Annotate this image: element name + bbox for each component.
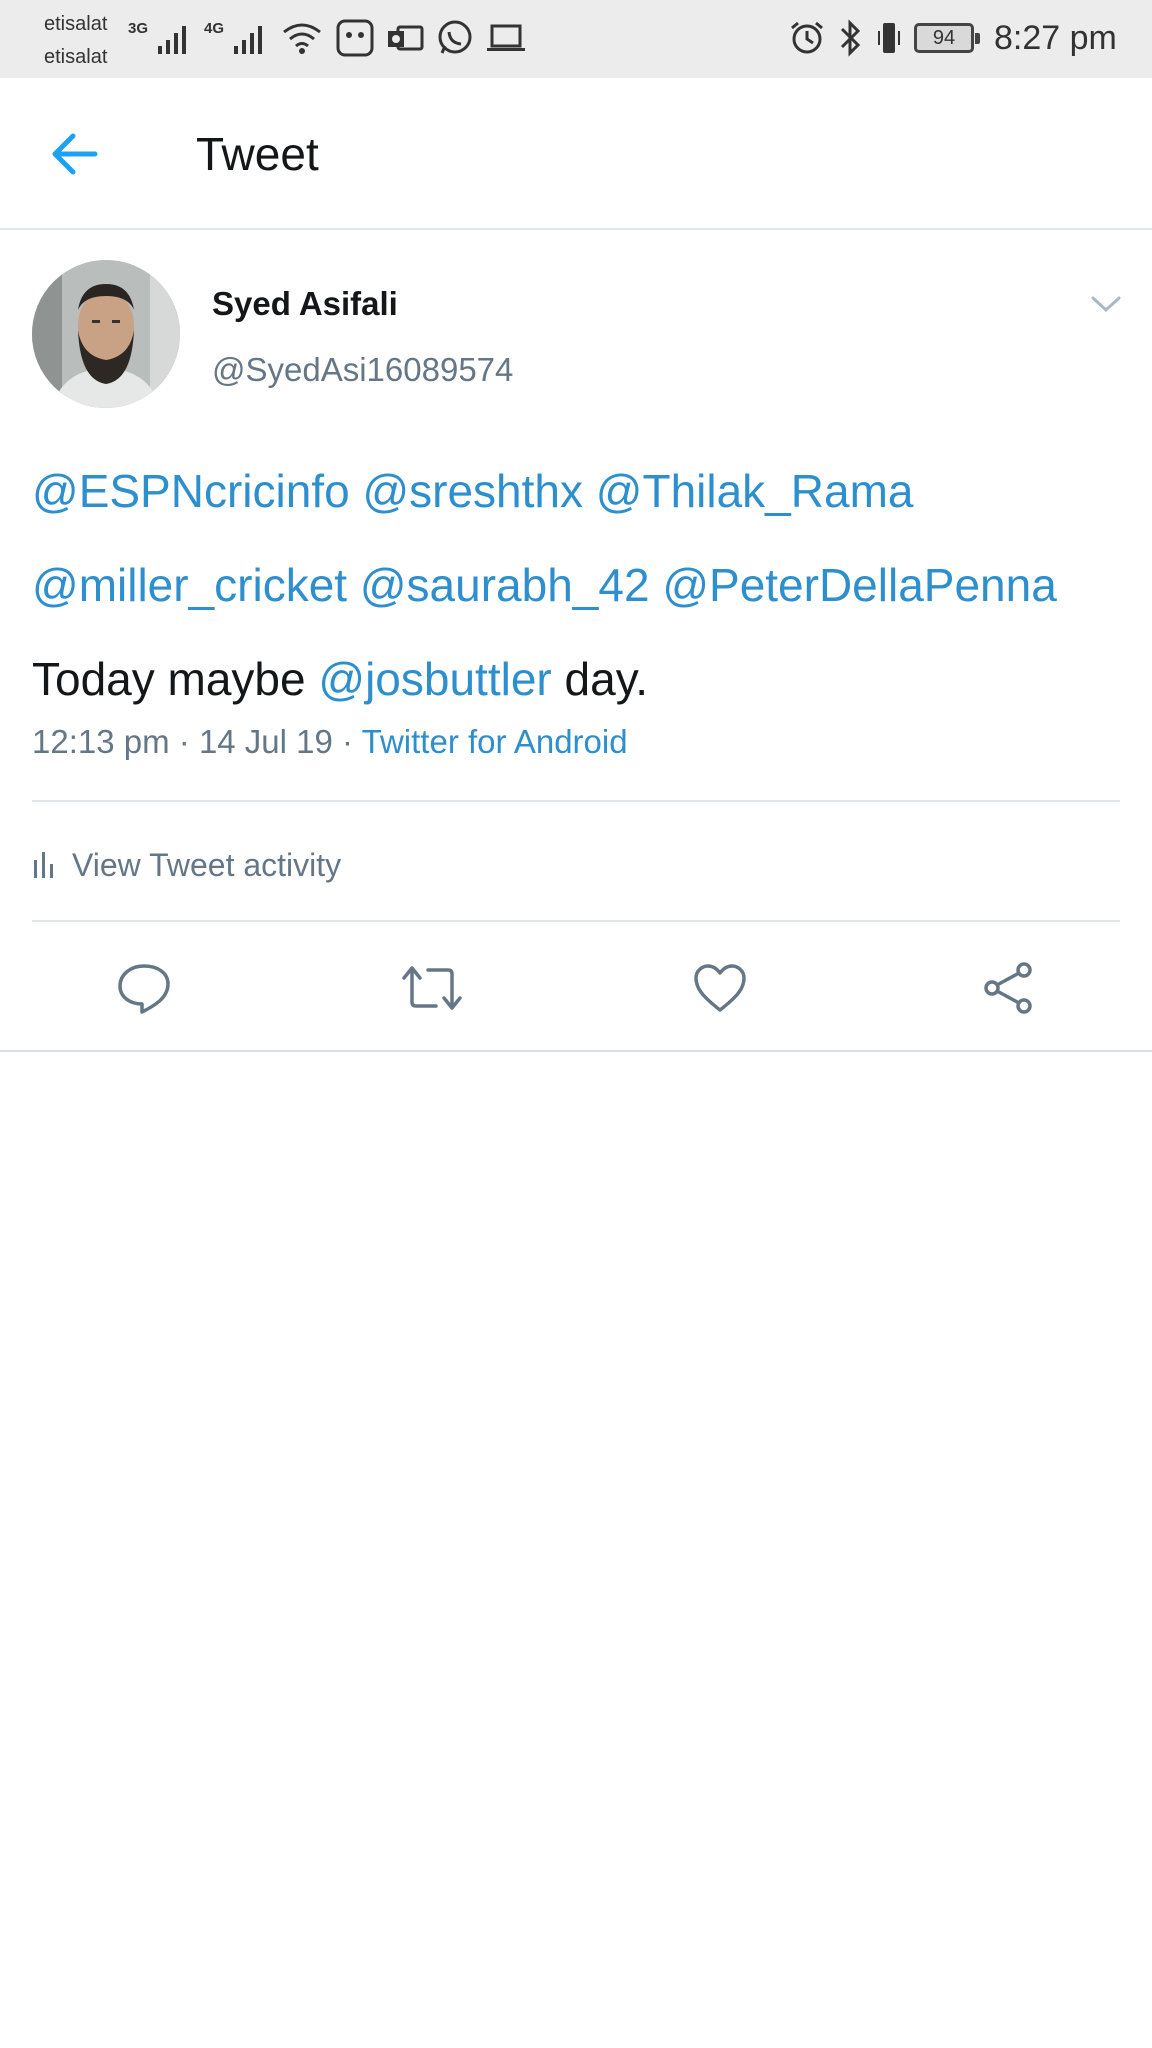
wifi-icon (283, 23, 321, 54)
bluetooth-icon (840, 19, 861, 57)
heart-icon (694, 964, 746, 1012)
tweet-body-text: day. (564, 653, 649, 705)
tweet-meta: 12:13 pm · 14 Jul 19 · Twitter for Andro… (32, 720, 628, 764)
tweet-action-bar (0, 922, 1152, 1052)
game-app-icon (336, 19, 374, 57)
display-name[interactable]: Syed Asifali (212, 282, 398, 326)
reply-button[interactable] (112, 956, 176, 1020)
carrier-2-label: etisalat (44, 46, 108, 68)
carrier-labels: etisalat etisalat (44, 8, 107, 74)
mention-link[interactable]: @josbuttler (318, 653, 551, 705)
network-1-label: 3G (128, 20, 149, 37)
page-title: Tweet (196, 128, 319, 180)
tweet-date: 14 Jul 19 (198, 723, 333, 760)
arrow-left-icon (52, 133, 98, 175)
mention-link[interactable]: @miller_cricket (32, 559, 347, 611)
tweet-text-line-2: @miller_cricket @saurabh_42 @PeterDellaP… (32, 538, 1132, 632)
analytics-icon (34, 852, 53, 878)
app-header: Tweet (0, 78, 1152, 230)
status-bar: etisalat etisalat 3G 4G 94 8:27 pm (0, 0, 1152, 78)
alarm-icon (791, 21, 823, 54)
network-2-label: 4G (204, 20, 225, 37)
mention-link[interactable]: @PeterDellaPenna (662, 559, 1056, 611)
whatsapp-icon (438, 20, 472, 54)
share-button[interactable] (976, 956, 1040, 1020)
share-icon (984, 962, 1032, 1014)
chevron-down-icon (1091, 296, 1121, 313)
signal-1-icon (158, 26, 187, 54)
status-icons-left: 3G 4G (128, 16, 526, 60)
back-button[interactable] (44, 124, 104, 184)
signal-2-icon (234, 26, 263, 54)
avatar[interactable] (32, 260, 180, 408)
tweet-text: @ESPNcricinfo @sreshthx @Thilak_Rama @mi… (32, 444, 1132, 726)
vibrate-icon (878, 23, 900, 53)
mention-link[interactable]: @sreshthx (362, 465, 583, 517)
battery-icon: 94 (914, 23, 980, 53)
meta-separator: · (178, 723, 190, 760)
avatar-image (32, 260, 180, 408)
view-tweet-activity-label: View Tweet activity (72, 846, 342, 883)
tweet-time: 12:13 pm (32, 723, 170, 760)
tweet-text-line-3: Today maybe @josbuttler day. (32, 632, 1132, 726)
mention-link[interactable]: @ESPNcricinfo (32, 465, 350, 517)
carrier-1-label: etisalat (44, 13, 108, 35)
reply-icon (118, 964, 170, 1014)
status-icons-right: 94 8:27 pm (788, 16, 1117, 60)
like-button[interactable] (688, 956, 752, 1020)
outlook-icon (388, 25, 424, 51)
retweet-icon (402, 966, 462, 1010)
username[interactable]: @SyedAsi16089574 (212, 348, 513, 392)
mention-link[interactable]: @Thilak_Rama (596, 465, 914, 517)
battery-level: 94 (932, 26, 956, 49)
meta-separator: · (342, 723, 354, 760)
divider (32, 800, 1120, 802)
status-clock: 8:27 pm (994, 18, 1117, 57)
tweet-source-link[interactable]: Twitter for Android (362, 723, 628, 760)
laptop-icon (487, 24, 526, 51)
retweet-button[interactable] (400, 956, 464, 1020)
mention-link[interactable]: @saurabh_42 (360, 559, 650, 611)
tweet-body-text: Today maybe (32, 653, 306, 705)
tweet-menu-button[interactable] (1086, 284, 1126, 324)
view-tweet-activity-button[interactable]: View Tweet activity (32, 840, 341, 890)
tweet-text-line-1: @ESPNcricinfo @sreshthx @Thilak_Rama (32, 444, 1132, 538)
